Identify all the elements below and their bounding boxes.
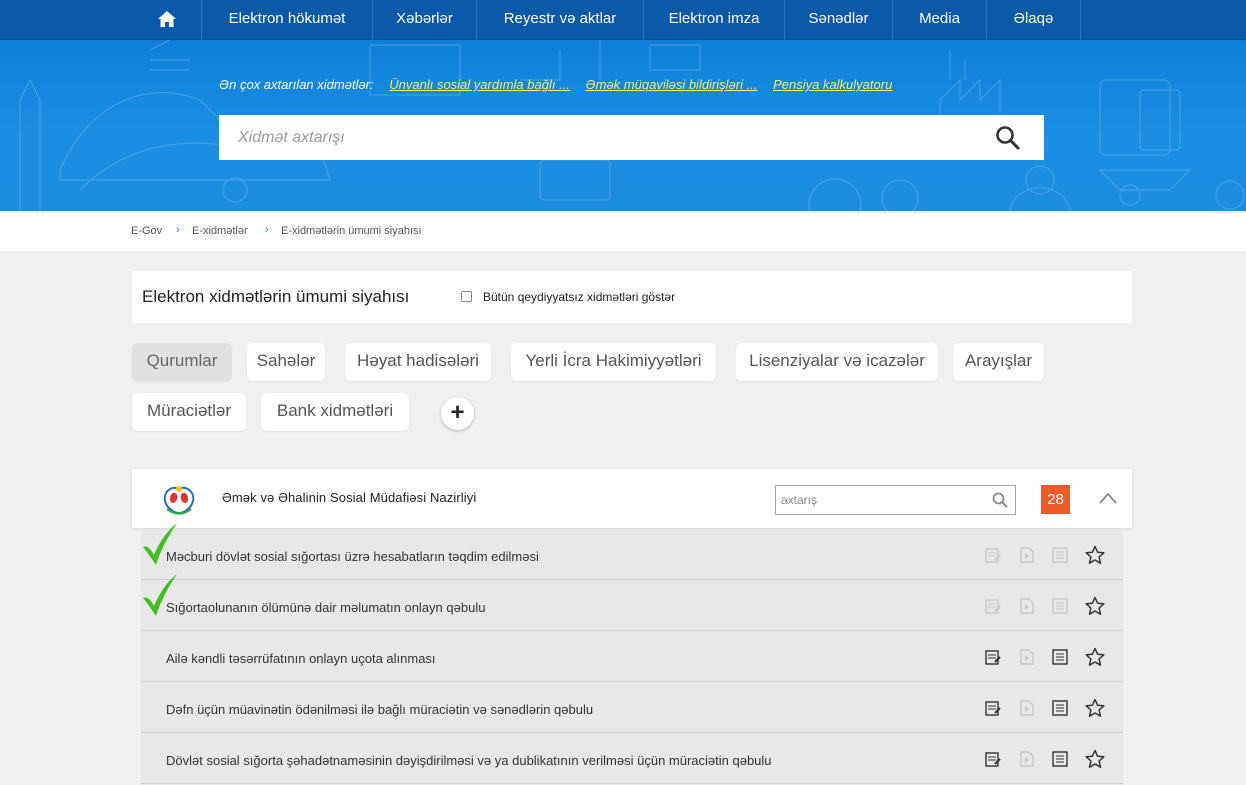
home-icon[interactable] <box>157 10 177 28</box>
breadcrumb: E-Gov › E-xidmətlər › E-xidmətlərin ümum… <box>0 213 1246 251</box>
play-file-icon <box>1020 700 1034 716</box>
ministry-logo <box>163 486 195 515</box>
checkmark-icon <box>143 523 177 565</box>
play-file-icon <box>1020 751 1034 767</box>
service-count-badge: 28 <box>1041 485 1070 514</box>
chevron-up-icon[interactable] <box>1098 491 1118 505</box>
service-title[interactable]: Məcburi dövlət sosial sığortası üzrə hes… <box>166 549 539 564</box>
organization-name[interactable]: Əmək və Əhalinin Sosial Müdafiəsi Nazirl… <box>222 490 476 505</box>
edit-form-icon[interactable] <box>984 699 1002 717</box>
list-document-icon[interactable] <box>1051 648 1069 666</box>
breadcrumb-egov[interactable]: E-Gov <box>131 225 162 237</box>
popular-link-emek[interactable]: Əmək müqaviləsi bildirişləri ... <box>586 77 758 92</box>
star-icon[interactable] <box>1085 545 1105 565</box>
services-list-header: Elektron xidmətlərin ümumi siyahısı Bütü… <box>132 271 1132 323</box>
nav-item-elaqe[interactable]: Əlaqə <box>987 0 1080 40</box>
edit-form-icon <box>985 599 1001 614</box>
service-search-box <box>219 115 1044 160</box>
popular-services: Ən çox axtarılan xidmətlər: Ünvanlı sosi… <box>219 77 904 92</box>
list-document-icon[interactable] <box>1051 750 1069 768</box>
nav-item-media[interactable]: Media <box>893 0 986 40</box>
service-title[interactable]: Sığortaolunanın ölümünə dair məlumatın o… <box>166 600 485 615</box>
nav-item-senedler[interactable]: Sənədlər <box>785 0 892 40</box>
list-document-icon[interactable] <box>1051 699 1069 717</box>
tab-heyat-hadiseleri[interactable]: Həyat hadisələri <box>345 343 491 381</box>
nav-item-reyestr[interactable]: Reyestr və aktlar <box>477 0 643 40</box>
add-filter-button[interactable]: + <box>441 397 474 430</box>
search-icon[interactable] <box>995 125 1021 151</box>
service-row[interactable]: Ailə kəndli təsərrüfatının onlayn uçota … <box>141 631 1123 682</box>
tab-yerli-icra[interactable]: Yerli İcra Hakimiyyətləri <box>511 343 716 381</box>
list-document-icon <box>1052 547 1068 563</box>
nav-item-xeberler[interactable]: Xəbərlər <box>373 0 476 40</box>
star-icon[interactable] <box>1085 647 1105 667</box>
hero-banner: Ən çox axtarılan xidmətlər: Ünvanlı sosi… <box>0 40 1246 211</box>
service-row[interactable]: Dəfn üçün müavinətin ödənilməsi ilə bağl… <box>141 682 1123 733</box>
breadcrumb-exidmetler[interactable]: E-xidmətlər <box>192 225 248 237</box>
breadcrumb-current: E-xidmətlərin ümumi siyahısı <box>281 225 422 237</box>
service-title[interactable]: Dövlət sosial sığorta şəhadətnaməsinin d… <box>166 753 772 768</box>
service-list: Məcburi dövlət sosial sığortası üzrə hes… <box>141 523 1123 785</box>
list-document-icon <box>1052 598 1068 614</box>
popular-link-pensiya[interactable]: Pensiya kalkulyatoru <box>773 77 892 92</box>
page-title: Elektron xidmətlərin ümumi siyahısı <box>142 287 410 306</box>
edit-form-icon[interactable] <box>984 750 1002 768</box>
service-row[interactable]: Məcburi dövlət sosial sığortası üzrə hes… <box>141 523 1123 580</box>
star-icon[interactable] <box>1085 698 1105 718</box>
play-file-icon <box>1020 649 1034 665</box>
popular-link-unvanli[interactable]: Ünvanlı sosial yardımla bağlı ... <box>389 77 570 92</box>
organization-search-box <box>775 485 1016 515</box>
chevron-right-icon: › <box>265 224 269 236</box>
show-unregistered-checkbox[interactable] <box>461 291 472 302</box>
tab-lisenziyalar[interactable]: Lisenziyalar və icazələr <box>736 343 938 381</box>
service-row[interactable]: Sığortaolunanın ölümünə dair məlumatın o… <box>141 574 1123 631</box>
tab-qurumlar[interactable]: Qurumlar <box>132 343 232 381</box>
nav-item-elektron-imza[interactable]: Elektron imza <box>644 0 784 40</box>
tab-saheler[interactable]: Sahələr <box>247 343 325 381</box>
tab-muracietler[interactable]: Müraciətlər <box>132 393 246 431</box>
edit-form-icon[interactable] <box>984 648 1002 666</box>
organization-search-input[interactable] <box>776 486 986 514</box>
edit-form-icon <box>985 548 1001 563</box>
tab-arayislar[interactable]: Arayışlar <box>953 343 1044 381</box>
tab-bank-xidmetleri[interactable]: Bank xidmətləri <box>261 393 409 431</box>
play-file-icon <box>1020 598 1034 614</box>
service-row[interactable]: Dövlət sosial sığorta şəhadətnaməsinin d… <box>141 733 1123 784</box>
service-title[interactable]: Ailə kəndli təsərrüfatının onlayn uçota … <box>166 651 436 666</box>
star-icon[interactable] <box>1085 749 1105 769</box>
nav-item-elektron-hokumet[interactable]: Elektron hökumət <box>202 0 372 40</box>
show-unregistered-label[interactable]: Bütün qeydiyyatsız xidmətləri göstər <box>483 290 675 304</box>
play-file-icon <box>1020 547 1034 563</box>
checkmark-icon <box>143 574 177 616</box>
popular-label: Ən çox axtarılan xidmətlər: <box>219 77 374 92</box>
star-icon[interactable] <box>1085 596 1105 616</box>
service-search-input[interactable] <box>219 115 989 160</box>
organization-panel[interactable]: Əmək və Əhalinin Sosial Müdafiəsi Nazirl… <box>132 469 1132 528</box>
service-title[interactable]: Dəfn üçün müavinətin ödənilməsi ilə bağl… <box>166 702 593 717</box>
nav-divider <box>1080 0 1081 40</box>
chevron-right-icon: › <box>176 224 180 236</box>
search-icon[interactable] <box>992 492 1008 508</box>
top-navigation: Elektron hökumət Xəbərlər Reyestr və akt… <box>0 0 1246 40</box>
